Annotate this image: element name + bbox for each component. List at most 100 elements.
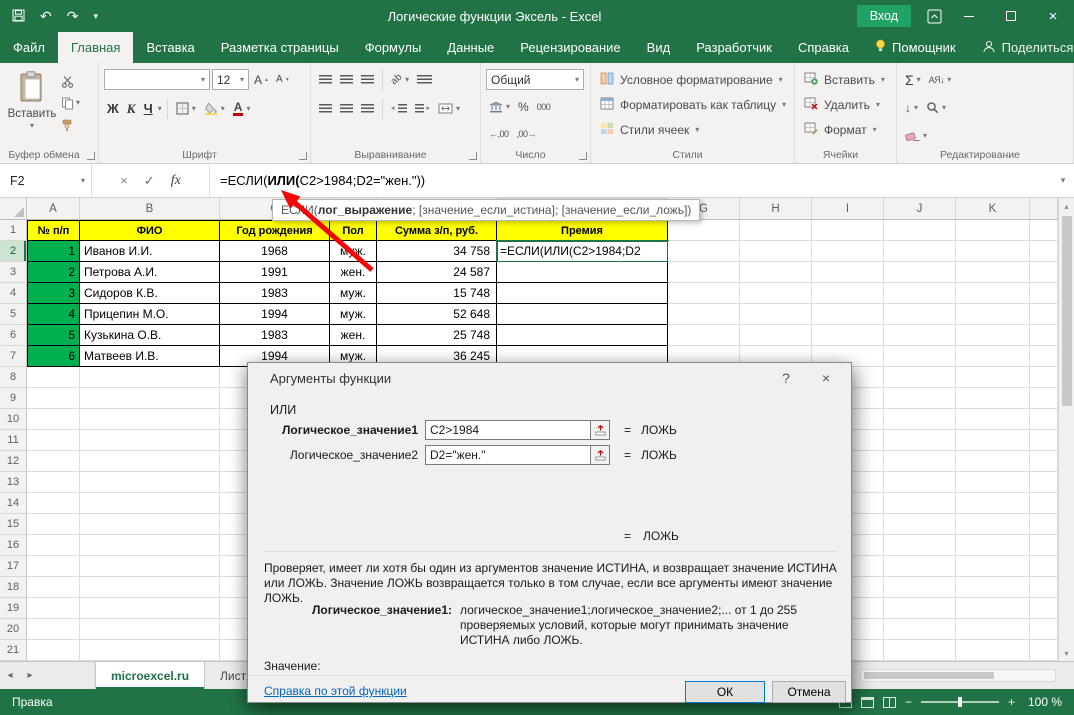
dropdown-icon[interactable]: ▾ bbox=[246, 105, 250, 113]
cell-B12[interactable] bbox=[80, 451, 220, 472]
paste-dropdown-icon[interactable]: ▾ bbox=[30, 122, 34, 130]
cell-K12[interactable] bbox=[956, 451, 1030, 472]
cell-G1[interactable] bbox=[668, 220, 740, 241]
dropdown-icon[interactable]: ▾ bbox=[456, 105, 460, 113]
cell-J17[interactable] bbox=[884, 556, 956, 577]
cell-A21[interactable] bbox=[27, 640, 80, 661]
dialog-close-icon[interactable]: × bbox=[815, 370, 837, 386]
cell-A7[interactable]: 6 bbox=[27, 346, 80, 367]
cell-A19[interactable] bbox=[27, 598, 80, 619]
cell-K9[interactable] bbox=[956, 388, 1030, 409]
cell-A14[interactable] bbox=[27, 493, 80, 514]
cell-D4[interactable]: муж. bbox=[330, 283, 377, 304]
cell-J6[interactable] bbox=[884, 325, 956, 346]
row-header-10[interactable]: 10 bbox=[0, 409, 27, 430]
row-header-4[interactable]: 4 bbox=[0, 283, 27, 304]
cell-J16[interactable] bbox=[884, 535, 956, 556]
zoom-out-icon[interactable]: − bbox=[905, 695, 912, 709]
cell-L7[interactable] bbox=[1030, 346, 1058, 367]
cell-A16[interactable] bbox=[27, 535, 80, 556]
cell-B7[interactable]: Матвеев И.В. bbox=[80, 346, 220, 367]
cell-C3[interactable]: 1991 bbox=[220, 262, 330, 283]
column-header-partial[interactable] bbox=[1030, 198, 1058, 219]
zoom-in-icon[interactable]: + bbox=[1008, 695, 1015, 709]
format-painter-button[interactable] bbox=[59, 117, 82, 133]
row-header-19[interactable]: 19 bbox=[0, 598, 27, 619]
cell-K21[interactable] bbox=[956, 640, 1030, 661]
column-header-K[interactable]: K bbox=[956, 198, 1030, 219]
cell-K19[interactable] bbox=[956, 598, 1030, 619]
cell-B19[interactable] bbox=[80, 598, 220, 619]
cell-D2[interactable]: муж. bbox=[330, 241, 377, 262]
minimize-button[interactable] bbox=[948, 0, 990, 32]
align-top-icon[interactable] bbox=[316, 74, 335, 86]
cell-K8[interactable] bbox=[956, 367, 1030, 388]
cell-D1[interactable]: Пол bbox=[330, 220, 377, 241]
maximize-button[interactable] bbox=[990, 0, 1032, 32]
close-button[interactable]: × bbox=[1032, 0, 1074, 32]
cell-L17[interactable] bbox=[1030, 556, 1058, 577]
cell-L4[interactable] bbox=[1030, 283, 1058, 304]
cell-J15[interactable] bbox=[884, 514, 956, 535]
next-sheet-icon[interactable]: ▸ bbox=[20, 662, 40, 689]
tab-data[interactable]: Данные bbox=[434, 32, 507, 63]
row-header-21[interactable]: 21 bbox=[0, 640, 27, 661]
row-header-9[interactable]: 9 bbox=[0, 388, 27, 409]
dropdown-icon[interactable]: ▾ bbox=[881, 76, 885, 84]
cell-B5[interactable]: Прицепин М.О. bbox=[80, 304, 220, 325]
cell-B8[interactable] bbox=[80, 367, 220, 388]
column-header-I[interactable]: I bbox=[812, 198, 884, 219]
clipboard-dialog-launcher[interactable] bbox=[87, 152, 95, 160]
comma-style-button[interactable]: 000 bbox=[534, 101, 554, 113]
paste-button[interactable]: Вставить ▾ bbox=[5, 67, 59, 145]
cell-L15[interactable] bbox=[1030, 514, 1058, 535]
cell-B11[interactable] bbox=[80, 430, 220, 451]
cell-E6[interactable]: 25 748 bbox=[377, 325, 497, 346]
copy-button[interactable]: ▾ bbox=[59, 95, 82, 111]
tab-review[interactable]: Рецензирование bbox=[507, 32, 633, 63]
cell-H2[interactable] bbox=[740, 241, 812, 262]
tab-insert[interactable]: Вставка bbox=[133, 32, 207, 63]
cell-K14[interactable] bbox=[956, 493, 1030, 514]
cell-I2[interactable] bbox=[812, 241, 884, 262]
cell-A5[interactable]: 4 bbox=[27, 304, 80, 325]
argument1-input[interactable]: C2>1984 bbox=[425, 420, 591, 440]
dropdown-icon[interactable]: ▾ bbox=[876, 101, 880, 109]
dropdown-icon[interactable]: ▾ bbox=[405, 76, 409, 84]
cell-E2[interactable]: 34 758 bbox=[377, 241, 497, 262]
cell-F4[interactable] bbox=[497, 283, 668, 304]
cell-J9[interactable] bbox=[884, 388, 956, 409]
cell-B10[interactable] bbox=[80, 409, 220, 430]
cell-H1[interactable] bbox=[740, 220, 812, 241]
cell-A15[interactable] bbox=[27, 514, 80, 535]
cell-C6[interactable]: 1983 bbox=[220, 325, 330, 346]
scroll-up-icon[interactable]: ▴ bbox=[1059, 198, 1074, 214]
formula-bar-expand-icon[interactable]: ▾ bbox=[1052, 164, 1074, 197]
cell-B2[interactable]: Иванов И.И. bbox=[80, 241, 220, 262]
cell-A6[interactable]: 5 bbox=[27, 325, 80, 346]
merge-center-button[interactable]: ▾ bbox=[435, 102, 463, 115]
underline-button[interactable]: Ч bbox=[141, 100, 156, 117]
cell-F3[interactable] bbox=[497, 262, 668, 283]
sheet-tab-microexcel[interactable]: microexcel.ru bbox=[95, 662, 205, 689]
tab-file[interactable]: Файл bbox=[0, 32, 58, 63]
cell-I3[interactable] bbox=[812, 262, 884, 283]
borders-button[interactable]: ▾ bbox=[173, 101, 199, 116]
sign-in-button[interactable]: Вход bbox=[857, 5, 911, 27]
percent-style-button[interactable]: % bbox=[515, 99, 532, 115]
cell-J8[interactable] bbox=[884, 367, 956, 388]
dropdown-icon[interactable]: ▾ bbox=[779, 76, 783, 84]
page-layout-view-icon[interactable] bbox=[861, 697, 874, 708]
cell-C4[interactable]: 1983 bbox=[220, 283, 330, 304]
tab-developer[interactable]: Разработчик bbox=[683, 32, 785, 63]
cell-L20[interactable] bbox=[1030, 619, 1058, 640]
redo-icon[interactable]: ↷ bbox=[67, 9, 79, 23]
cell-F6[interactable] bbox=[497, 325, 668, 346]
cell-L2[interactable] bbox=[1030, 241, 1058, 262]
increase-indent-icon[interactable]: ▸ bbox=[412, 103, 434, 115]
copy-dropdown-icon[interactable]: ▾ bbox=[76, 99, 80, 107]
name-box[interactable]: F2 ▾ bbox=[0, 164, 92, 197]
confirm-entry-icon[interactable]: ✓ bbox=[144, 173, 155, 189]
dropdown-icon[interactable]: ▾ bbox=[695, 126, 699, 134]
share-button[interactable]: Поделиться bbox=[969, 32, 1074, 63]
